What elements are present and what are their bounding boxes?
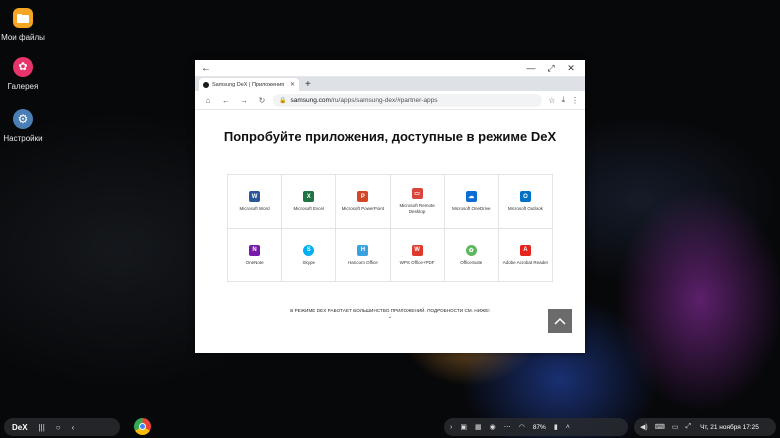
close-icon[interactable]: ✕ bbox=[563, 63, 579, 74]
tab-title: Samsung DeX | Приложения bbox=[212, 81, 285, 88]
desktop-icon-my-files[interactable]: Мои файлы bbox=[0, 8, 46, 42]
desktop-icon-label: Настройки bbox=[3, 134, 43, 143]
screenshot-icon[interactable]: ▦ bbox=[475, 423, 482, 431]
word-icon: W bbox=[249, 191, 261, 202]
desktop-icon-settings[interactable]: ⚙ Настройки bbox=[0, 109, 46, 143]
wps-icon: W bbox=[411, 244, 423, 256]
reload-icon[interactable]: ↻ bbox=[255, 96, 269, 105]
taskbar-nav-group: DeX ||| ○ ‹ bbox=[4, 418, 120, 436]
footer-note: В РЕЖИМЕ DEX РАБОТАЕТ БОЛЬШИНСТВО ПРИЛОЖ… bbox=[290, 308, 490, 313]
bookmark-star-icon[interactable]: ☆ bbox=[548, 96, 555, 105]
app-name: Adobe Acrobat Reader bbox=[502, 259, 549, 265]
samsung-favicon-icon bbox=[203, 81, 209, 88]
lock-icon: 🔒 bbox=[279, 97, 287, 104]
download-icon[interactable]: ⤓ bbox=[561, 95, 565, 105]
taskbar-status: ◀) ⌨ ▭ ⤢ Чт, 21 ноября 17:25 bbox=[634, 418, 776, 436]
chevron-down-icon[interactable]: ⌄ bbox=[195, 314, 585, 320]
browser-window: ← — ⤢ ✕ Samsung DeX | Приложения ✕ + ⌂ ←… bbox=[195, 60, 585, 353]
app-name: OfficeSuite bbox=[460, 259, 483, 265]
app-name: Hancom Office bbox=[348, 259, 378, 265]
expand-icon[interactable]: ⤢ bbox=[685, 423, 691, 431]
cloud-icon: ☁ bbox=[465, 191, 477, 202]
chrome-icon[interactable] bbox=[134, 418, 151, 435]
browser-toolbar: ⌂ ← → ↻ 🔒 samsung.com /ru/apps/samsung-d… bbox=[195, 91, 585, 110]
app-name: Microsoft Outlook bbox=[507, 206, 543, 211]
taskbar: DeX ||| ○ ‹ › ▣ ▦ ◉ ⋯ ◠ 87% ▮ ˄ ◀) ⌨ ▭ ⤢… bbox=[0, 416, 780, 438]
officesuite-icon: ✿ bbox=[465, 244, 477, 256]
browser-tab[interactable]: Samsung DeX | Приложения ✕ bbox=[199, 78, 299, 91]
taskbar-tray: › ▣ ▦ ◉ ⋯ ◠ 87% ▮ ˄ bbox=[444, 418, 628, 436]
minimize-icon[interactable]: — bbox=[523, 63, 539, 73]
expand-chevron-icon[interactable]: › bbox=[450, 424, 452, 431]
battery-icon: ▮ bbox=[553, 424, 558, 431]
apps-grid: W Microsoft Word X Microsoft Excel P Mic… bbox=[227, 174, 553, 282]
keyboard-icon[interactable]: ⌨ bbox=[655, 423, 665, 431]
close-tab-icon[interactable]: ✕ bbox=[290, 81, 295, 88]
scroll-to-top-button[interactable] bbox=[548, 309, 572, 333]
window-titlebar: ← — ⤢ ✕ bbox=[195, 60, 585, 77]
app-name: Skype bbox=[302, 259, 315, 265]
back-icon[interactable]: ← bbox=[219, 96, 233, 105]
remote-desktop-icon: ▭ bbox=[411, 188, 423, 200]
page-content: Попробуйте приложения, доступные в режим… bbox=[195, 110, 585, 352]
address-bar[interactable]: 🔒 samsung.com /ru/apps/samsung-dex/#part… bbox=[273, 93, 543, 107]
onenote-icon: N bbox=[249, 244, 261, 256]
url-host: samsung.com bbox=[290, 96, 331, 104]
menu-dots-icon[interactable]: ⋮ bbox=[571, 96, 579, 105]
battery-level: 87% bbox=[532, 423, 546, 431]
app-tile-powerpoint[interactable]: P Microsoft PowerPoint bbox=[336, 175, 391, 229]
quick-panel-chevron-icon[interactable]: ˄ bbox=[566, 424, 570, 431]
camera-icon[interactable]: ◉ bbox=[490, 423, 496, 431]
app-name: Microsoft Excel bbox=[293, 206, 324, 211]
app-tile-excel[interactable]: X Microsoft Excel bbox=[282, 175, 337, 229]
back-arrow-icon[interactable]: ← bbox=[201, 63, 211, 74]
app-tile-hancom[interactable]: H Hancom Office bbox=[336, 228, 391, 282]
app-tile-onenote[interactable]: N OneNote bbox=[228, 228, 283, 282]
powerpoint-icon: P bbox=[357, 191, 369, 202]
page-title: Попробуйте приложения, доступные в режим… bbox=[223, 129, 557, 144]
folder-icon bbox=[13, 8, 33, 28]
maximize-icon[interactable]: ⤢ bbox=[543, 63, 559, 74]
flower-icon: ✿ bbox=[13, 57, 33, 77]
app-name: Microsoft Word bbox=[239, 206, 270, 211]
app-name: WPS Office+PDF bbox=[399, 259, 435, 265]
more-dots-icon[interactable]: ⋯ bbox=[504, 423, 511, 431]
desktop-icon-label: Мои файлы bbox=[1, 33, 45, 42]
excel-icon: X bbox=[303, 191, 315, 202]
app-tile-word[interactable]: W Microsoft Word bbox=[228, 175, 283, 229]
home-circle-icon[interactable]: ○ bbox=[56, 423, 61, 432]
volume-icon[interactable]: ◀) bbox=[640, 423, 648, 431]
forward-icon[interactable]: → bbox=[237, 96, 251, 105]
clock: Чт, 21 ноября 17:25 bbox=[700, 423, 759, 431]
desktop-icon-gallery[interactable]: ✿ Галерея bbox=[0, 57, 46, 91]
hancom-icon: H bbox=[357, 244, 369, 256]
app-name: Microsoft Remote Desktop bbox=[399, 203, 435, 214]
app-tile-officesuite[interactable]: ✿ OfficeSuite bbox=[444, 228, 499, 282]
wifi-icon: ◠ bbox=[518, 424, 525, 431]
chevron-up-icon bbox=[554, 317, 566, 325]
app-tile-onedrive[interactable]: ☁ Microsoft OneDrive bbox=[444, 175, 499, 229]
app-tile-wps[interactable]: W WPS Office+PDF bbox=[390, 228, 445, 282]
screen-icon[interactable]: ▭ bbox=[672, 423, 679, 431]
app-tile-skype[interactable]: S Skype bbox=[282, 228, 337, 282]
app-name: OneNote bbox=[245, 259, 264, 265]
tab-strip: Samsung DeX | Приложения ✕ + bbox=[195, 77, 585, 91]
app-name: Microsoft PowerPoint bbox=[341, 206, 385, 211]
gallery-notification-icon[interactable]: ▣ bbox=[460, 423, 467, 431]
gear-icon: ⚙ bbox=[13, 109, 33, 129]
home-icon[interactable]: ⌂ bbox=[201, 96, 215, 105]
desktop-icon-label: Галерея bbox=[7, 82, 39, 91]
url-path: /ru/apps/samsung-dex/#partner-apps bbox=[330, 96, 438, 104]
app-tile-acrobat[interactable]: A Adobe Acrobat Reader bbox=[498, 228, 553, 282]
app-name: Microsoft OneDrive bbox=[451, 206, 491, 211]
skype-icon: S bbox=[303, 244, 315, 256]
new-tab-icon[interactable]: + bbox=[305, 78, 311, 91]
outlook-icon: O bbox=[519, 191, 531, 202]
app-tile-remote-desktop[interactable]: ▭ Microsoft Remote Desktop bbox=[390, 175, 445, 229]
recents-icon[interactable]: ||| bbox=[39, 423, 45, 432]
back-chevron-icon[interactable]: ‹ bbox=[72, 423, 75, 432]
dex-button[interactable]: DeX bbox=[12, 423, 28, 432]
app-tile-outlook[interactable]: O Microsoft Outlook bbox=[498, 175, 553, 229]
acrobat-icon: A bbox=[519, 244, 531, 256]
